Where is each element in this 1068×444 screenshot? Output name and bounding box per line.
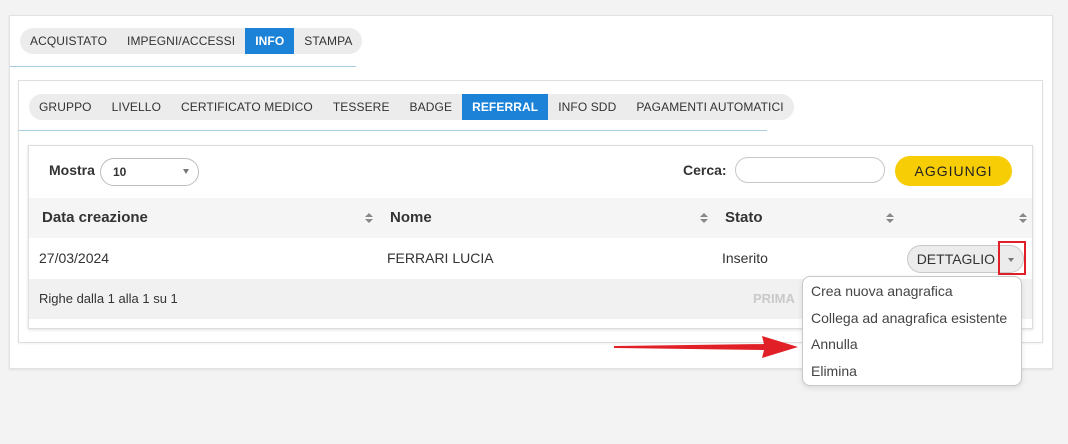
cell-name: FERRARI LUCIA [387, 250, 494, 266]
menu-item-link-record[interactable]: Collega ad anagrafica esistente [803, 305, 1021, 332]
sort-icon[interactable] [886, 213, 894, 225]
show-label: Mostra [49, 162, 95, 178]
top-tabbar: ACQUISTATO IMPEGNI/ACCESSI INFO STAMPA [20, 28, 363, 54]
menu-item-cancel[interactable]: Annulla [803, 331, 1021, 358]
top-tab-underline [10, 66, 356, 67]
table-row: 27/03/2024 FERRARI LUCIA Inserito DETTAG… [29, 238, 1032, 279]
arrow-icon [614, 336, 798, 358]
sub-tabbar: GRUPPO LIVELLO CERTIFICATO MEDICO TESSER… [29, 94, 794, 120]
tab-livello[interactable]: LIVELLO [102, 94, 171, 120]
row-actions-menu: Crea nuova anagrafica Collega ad anagraf… [802, 276, 1022, 386]
arrow-shape [614, 336, 798, 358]
column-header-date[interactable]: Data creazione [42, 198, 148, 238]
tab-impegni-accessi[interactable]: IMPEGNI/ACCESSI [117, 28, 245, 54]
tab-pagamenti-automatici[interactable]: PAGAMENTI AUTOMATICI [626, 94, 793, 120]
highlight-box [998, 241, 1026, 275]
rows-info: Righe dalla 1 alla 1 su 1 [39, 291, 178, 306]
detail-button[interactable]: DETTAGLIO [907, 245, 1000, 273]
tab-badge[interactable]: BADGE [400, 94, 463, 120]
column-header-name[interactable]: Nome [390, 198, 432, 238]
tab-info[interactable]: INFO [245, 28, 295, 54]
cell-status: Inserito [722, 250, 768, 266]
first-page-button[interactable]: PRIMA [753, 279, 795, 319]
tab-gruppo[interactable]: GRUPPO [29, 94, 102, 120]
tab-info-sdd[interactable]: INFO SDD [548, 94, 626, 120]
tab-tessere[interactable]: TESSERE [323, 94, 400, 120]
tab-certificato-medico[interactable]: CERTIFICATO MEDICO [171, 94, 323, 120]
sort-icon[interactable] [365, 213, 373, 225]
tab-referral[interactable]: REFERRAL [462, 94, 549, 120]
column-header-status[interactable]: Stato [725, 198, 763, 238]
add-button[interactable]: AGGIUNGI [895, 156, 1012, 186]
sub-tab-underline [19, 130, 767, 131]
search-label: Cerca: [683, 162, 727, 178]
page-size-select[interactable]: 10 [100, 158, 199, 186]
menu-item-delete[interactable]: Elimina [803, 358, 1021, 385]
table-header: Data creazione Nome Stato [29, 198, 1032, 238]
chevron-down-icon [183, 169, 189, 174]
cell-date: 27/03/2024 [39, 250, 110, 266]
tab-stampa[interactable]: STAMPA [294, 28, 362, 54]
search-input[interactable] [735, 157, 885, 183]
menu-item-create-record[interactable]: Crea nuova anagrafica [803, 278, 1021, 305]
sort-icon[interactable] [1019, 213, 1027, 225]
tab-acquistato[interactable]: ACQUISTATO [20, 28, 117, 54]
sort-icon[interactable] [700, 213, 708, 225]
page-size-value: 10 [113, 165, 127, 179]
